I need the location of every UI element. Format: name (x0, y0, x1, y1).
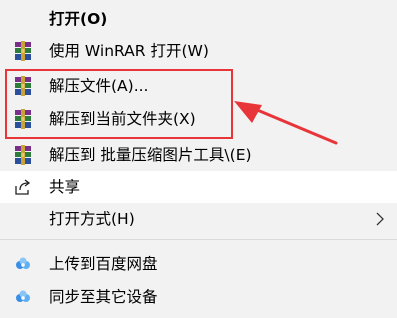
menu-item-extract-to-folder-label: 解压到 批量压缩图片工具\(E) (49, 146, 252, 164)
context-menu: 打开(O) 使用 WinRAR 打开(W) 解压文件(A)... 解压到当前文件… (0, 0, 397, 318)
baidu-netdisk-icon (13, 287, 33, 307)
baidu-netdisk-icon (13, 254, 33, 274)
annotation-arrow (234, 101, 338, 145)
menu-item-open-with-winrar-label: 使用 WinRAR 打开(W) (49, 42, 209, 60)
menu-item-sync-devices-label: 同步至其它设备 (49, 288, 158, 306)
menu-item-open-with-label: 打开方式(H) (49, 210, 135, 228)
winrar-icon (13, 41, 33, 61)
menu-item-open-with[interactable]: 打开方式(H) (0, 203, 397, 235)
winrar-icon (13, 145, 33, 165)
menu-separator (0, 239, 397, 240)
menu-item-open[interactable]: 打开(O) (0, 3, 397, 35)
share-icon (13, 177, 33, 197)
menu-item-share[interactable]: 共享 (0, 171, 397, 203)
menu-item-upload-baidu-label: 上传到百度网盘 (49, 255, 158, 273)
menu-item-sync-devices[interactable]: 同步至其它设备 (0, 281, 397, 313)
annotation-highlight-box (5, 69, 233, 139)
menu-item-share-label: 共享 (49, 178, 81, 196)
menu-item-upload-baidu[interactable]: 上传到百度网盘 (0, 248, 397, 280)
menu-item-open-with-winrar[interactable]: 使用 WinRAR 打开(W) (0, 35, 397, 67)
menu-item-open-label: 打开(O) (49, 10, 108, 28)
chevron-right-icon (375, 211, 385, 227)
